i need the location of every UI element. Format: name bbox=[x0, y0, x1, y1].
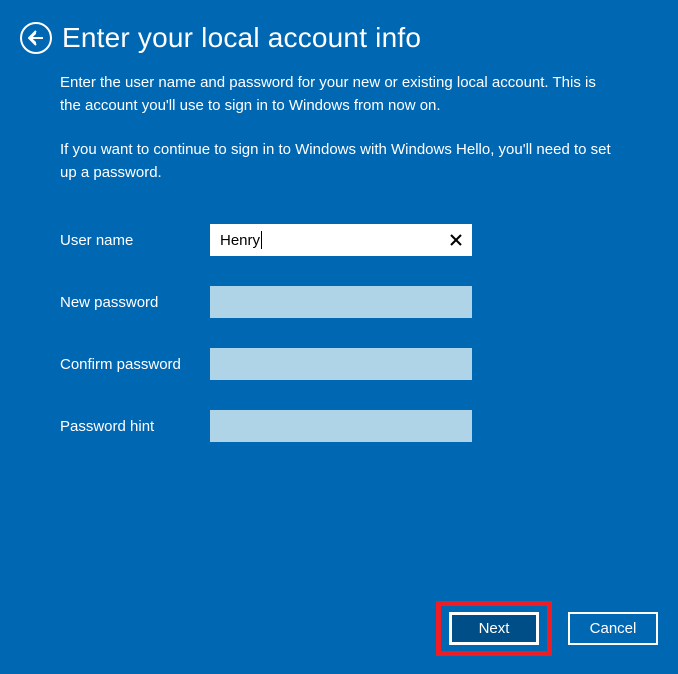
clear-username-button[interactable] bbox=[446, 230, 466, 250]
username-input[interactable] bbox=[210, 224, 472, 256]
new-password-row: New password bbox=[60, 286, 618, 318]
back-button[interactable] bbox=[20, 22, 52, 54]
next-button-highlight: Next bbox=[436, 601, 552, 656]
new-password-label: New password bbox=[60, 294, 210, 311]
confirm-password-input-wrap bbox=[210, 348, 472, 380]
password-hint-input-wrap bbox=[210, 410, 472, 442]
username-row: User name bbox=[60, 224, 618, 256]
cancel-button[interactable]: Cancel bbox=[568, 612, 658, 645]
password-hint-label: Password hint bbox=[60, 418, 210, 435]
header: Enter your local account info bbox=[0, 0, 678, 72]
button-bar: Next Cancel bbox=[436, 601, 658, 656]
new-password-input[interactable] bbox=[210, 286, 472, 318]
confirm-password-row: Confirm password bbox=[60, 348, 618, 380]
description-secondary: If you want to continue to sign in to Wi… bbox=[60, 139, 618, 184]
confirm-password-label: Confirm password bbox=[60, 356, 210, 373]
page-title: Enter your local account info bbox=[62, 22, 421, 54]
close-icon bbox=[449, 233, 463, 247]
username-label: User name bbox=[60, 232, 210, 249]
text-caret bbox=[261, 231, 262, 249]
content-area: Enter the user name and password for you… bbox=[0, 72, 678, 442]
password-hint-row: Password hint bbox=[60, 410, 618, 442]
confirm-password-input[interactable] bbox=[210, 348, 472, 380]
password-hint-input[interactable] bbox=[210, 410, 472, 442]
description-primary: Enter the user name and password for you… bbox=[60, 72, 618, 117]
username-input-wrap bbox=[210, 224, 472, 256]
next-button[interactable]: Next bbox=[449, 612, 539, 645]
new-password-input-wrap bbox=[210, 286, 472, 318]
arrow-left-icon bbox=[28, 30, 44, 46]
